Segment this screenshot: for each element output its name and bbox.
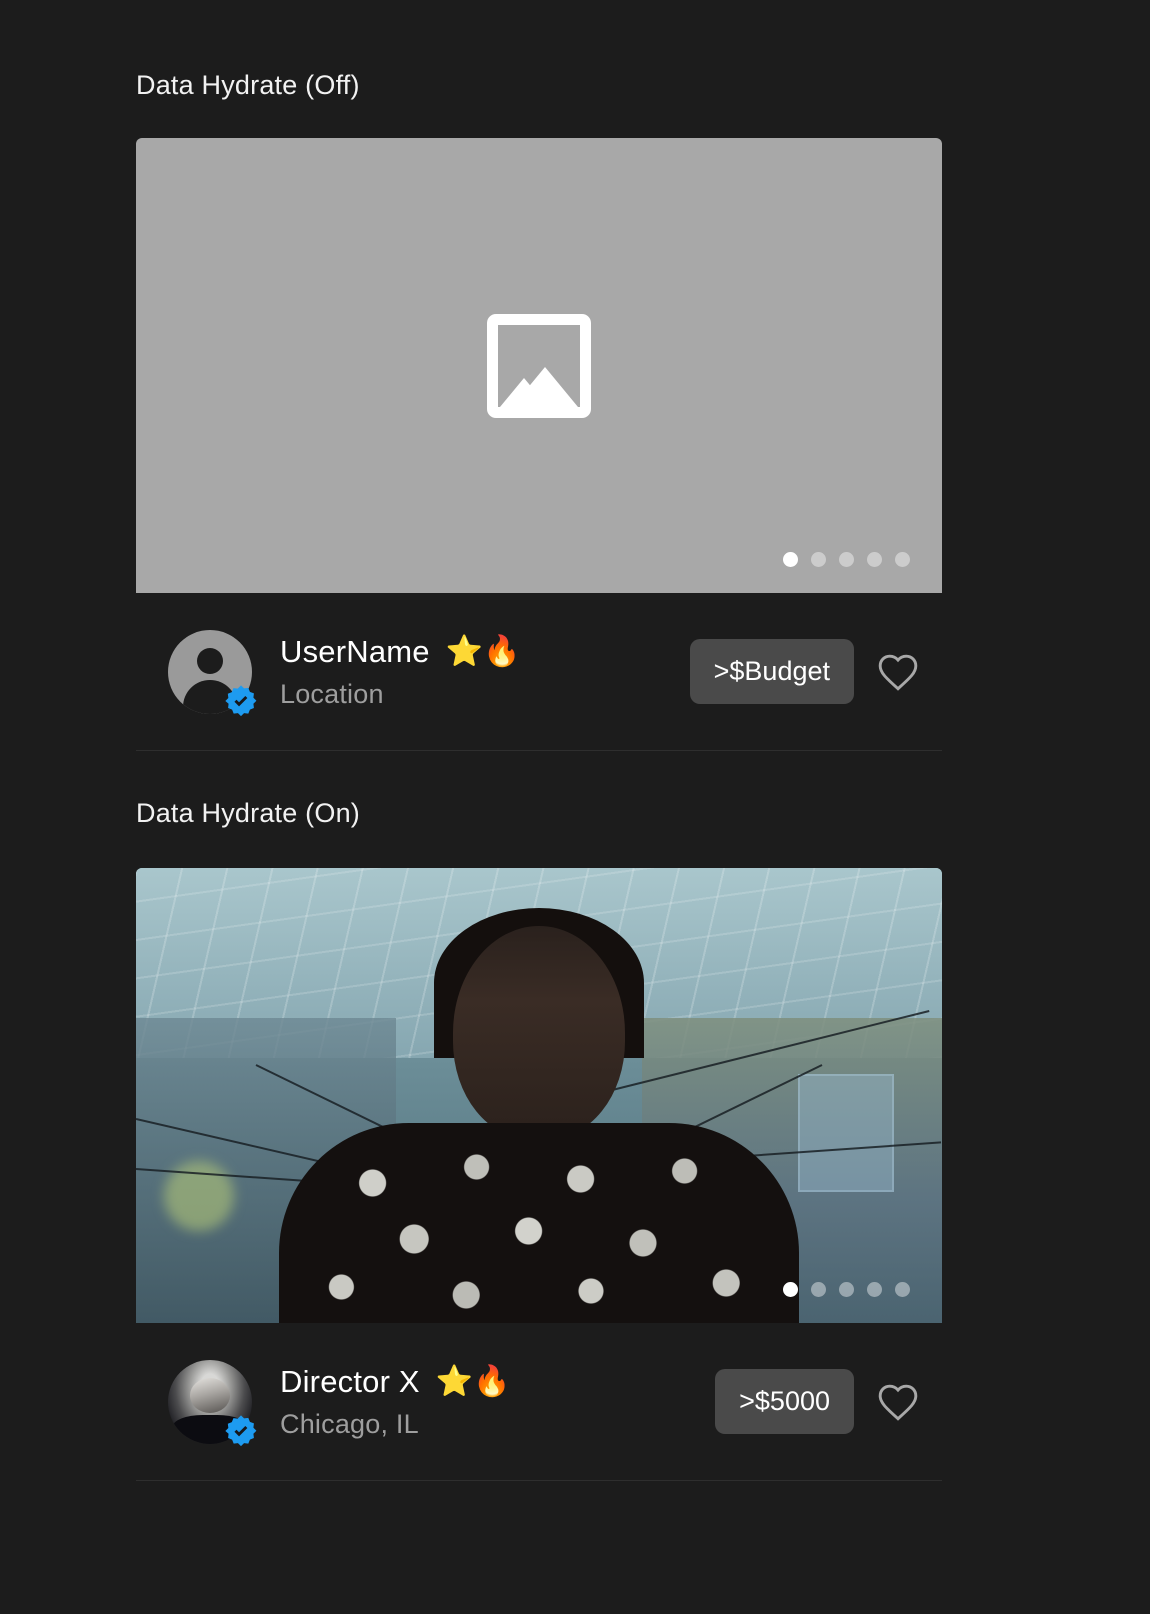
avatar[interactable] [168,629,257,716]
carousel-dots[interactable] [783,552,910,567]
carousel-dot[interactable] [867,552,882,567]
media-carousel-placeholder[interactable] [136,138,942,593]
carousel-dots[interactable] [783,1282,910,1297]
heart-outline-icon [878,1384,918,1421]
creator-info-row: Director X ⭐🔥 Chicago, IL >$5000 [136,1323,942,1481]
avatar[interactable] [168,1359,257,1446]
creator-info-row: UserName ⭐🔥 Location >$Budget [136,593,942,751]
creator-identity: Director X ⭐🔥 Chicago, IL [280,1364,511,1440]
favorite-button[interactable] [876,1382,920,1422]
section-label-hydrate-off: Data Hydrate (Off) [136,70,360,100]
carousel-dot[interactable] [811,552,826,567]
carousel-dot[interactable] [783,1282,798,1297]
carousel-dot[interactable] [783,552,798,567]
creator-location: Chicago, IL [280,1408,419,1439]
budget-button[interactable]: >$5000 [715,1369,854,1434]
creator-badges-icons: ⭐🔥 [445,634,521,668]
creator-name-line: UserName ⭐🔥 [280,634,520,670]
creator-username: UserName [280,633,430,669]
creator-card-hydrated: Director X ⭐🔥 Chicago, IL >$5000 [136,868,942,1481]
verified-badge-icon [225,1414,257,1446]
app-screen: Data Hydrate (Off) UserName ⭐🔥 Location … [0,0,1150,1614]
media-carousel-photo[interactable] [136,868,942,1323]
creator-card-placeholder: UserName ⭐🔥 Location >$Budget [136,138,942,751]
carousel-dot[interactable] [867,1282,882,1297]
media-photo-image [136,868,942,1323]
image-placeholder-icon [487,313,591,418]
section-label-hydrate-on: Data Hydrate (On) [136,798,360,828]
carousel-dot[interactable] [811,1282,826,1297]
carousel-dot[interactable] [839,552,854,567]
verified-badge-icon [225,684,257,716]
creator-location: Location [280,678,384,709]
creator-badges-icons: ⭐🔥 [435,1364,511,1398]
creator-username: Director X [280,1363,420,1399]
mountain-shape-small [500,377,548,407]
carousel-dot[interactable] [895,552,910,567]
heart-outline-icon [878,654,918,691]
budget-button[interactable]: >$Budget [689,639,854,704]
creator-name-line: Director X ⭐🔥 [280,1364,511,1400]
creator-identity: UserName ⭐🔥 Location [280,634,520,710]
carousel-dot[interactable] [839,1282,854,1297]
favorite-button[interactable] [876,652,920,692]
carousel-dot[interactable] [895,1282,910,1297]
